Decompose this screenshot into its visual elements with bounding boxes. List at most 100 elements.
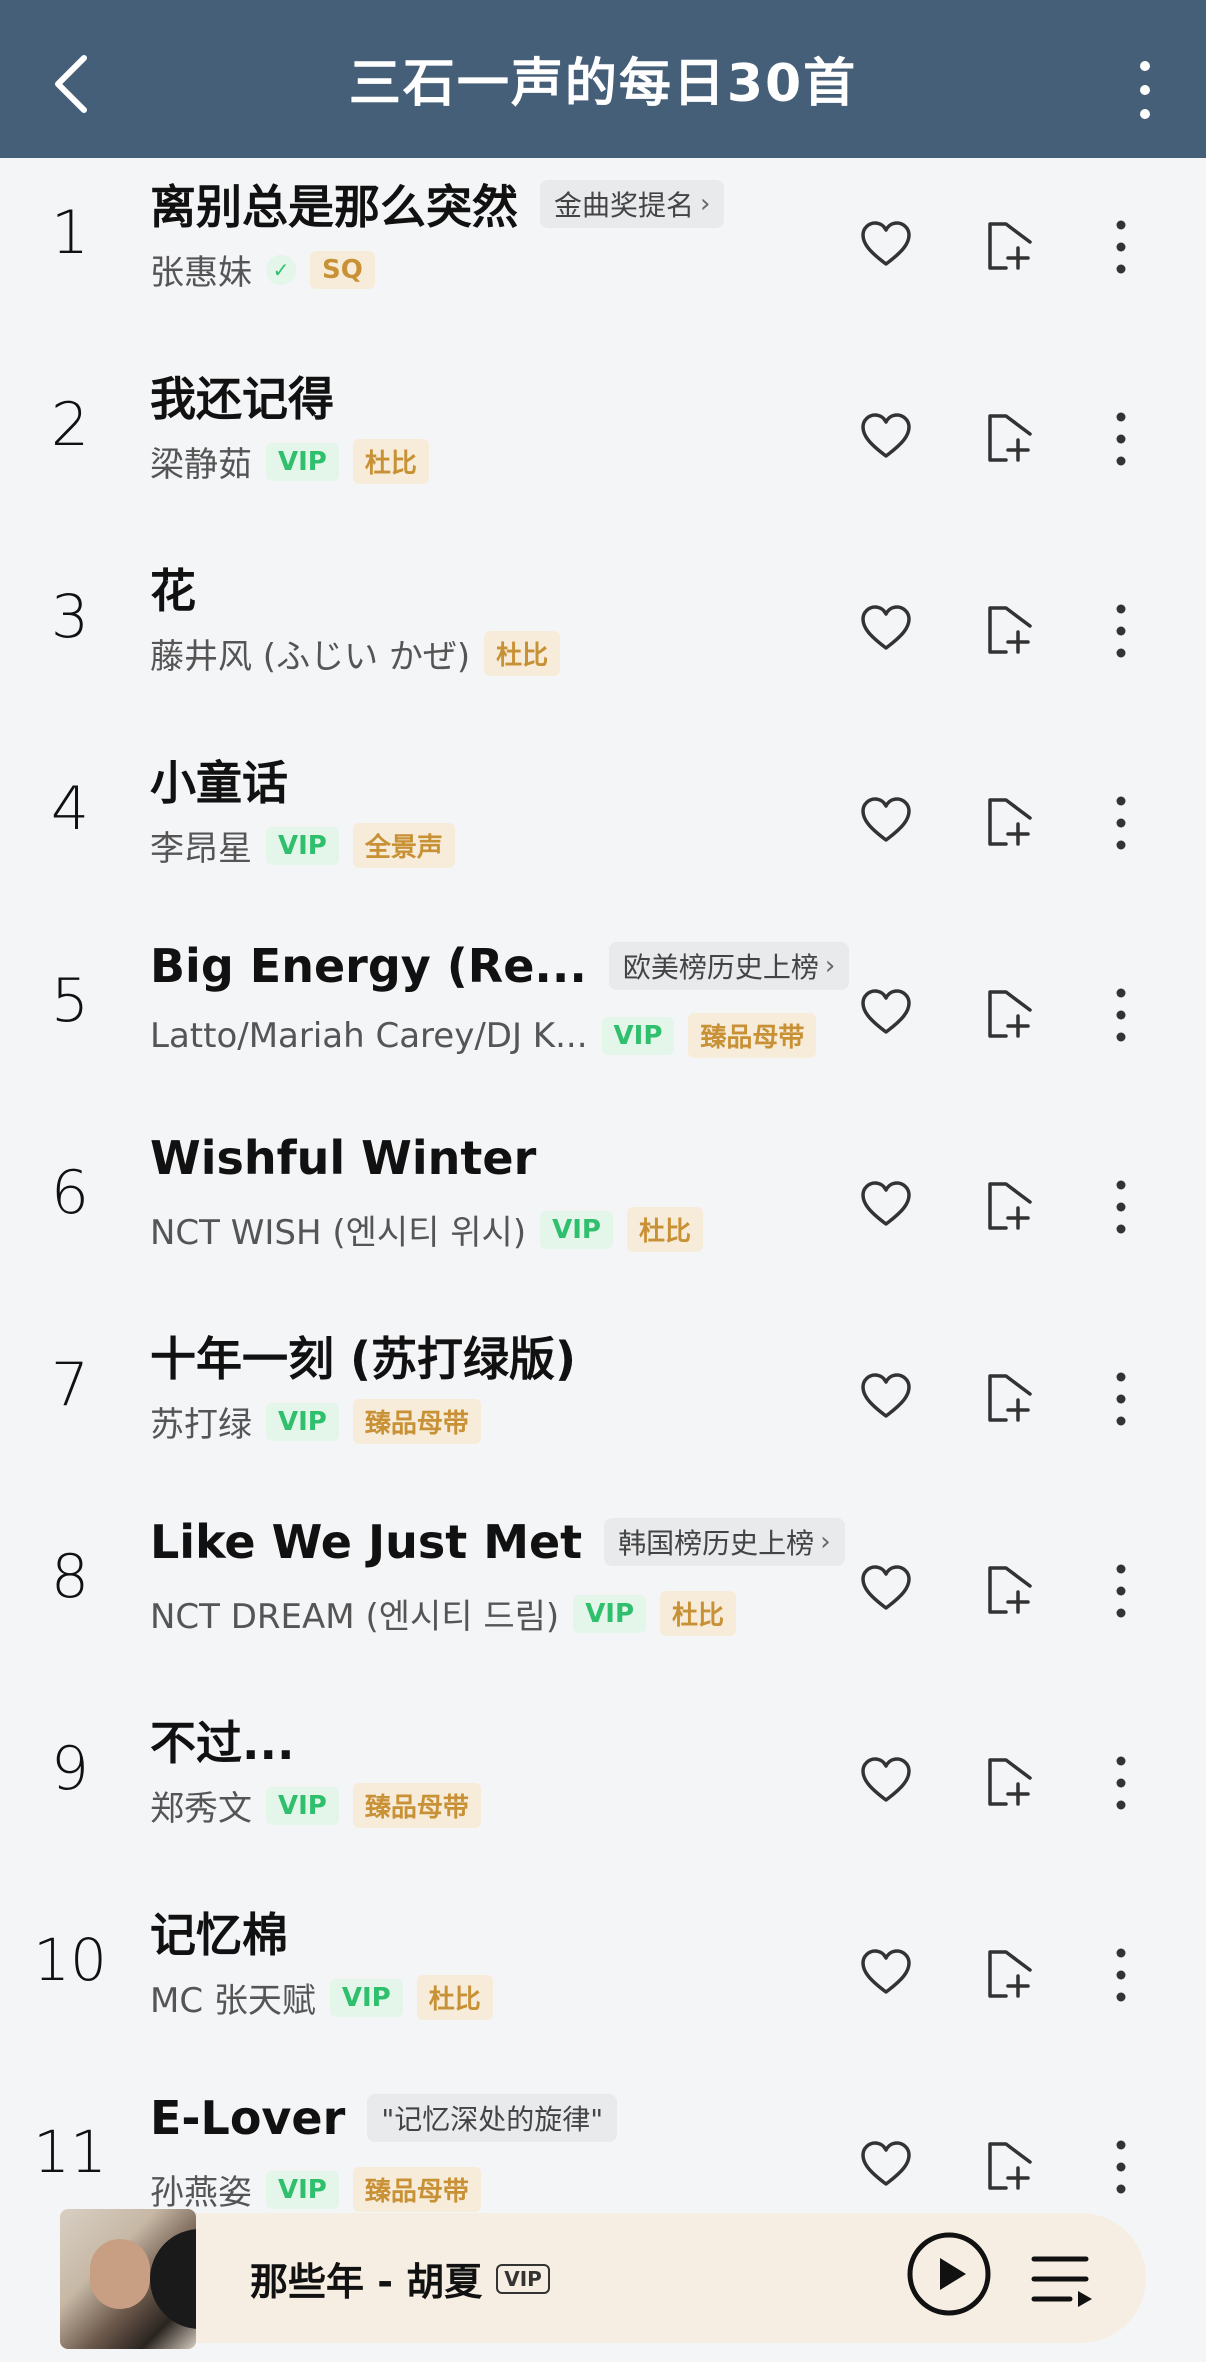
chart-tag[interactable]: 欧美榜历史上榜 ›: [608, 942, 850, 990]
song-row[interactable]: 4 小童话 李昂星 VIP 全景声: [0, 734, 1206, 926]
song-meta-line: 藤井风 (ふじい かぜ) 杜比: [150, 629, 561, 678]
song-meta-line: 梁静茹 VIP 杜比: [150, 437, 429, 486]
heart-icon[interactable]: [860, 2140, 912, 2188]
artist-name[interactable]: 孙燕姿: [150, 2165, 252, 2214]
add-to-playlist-icon[interactable]: [984, 986, 1036, 1040]
quality-badge: 臻品母带: [352, 1399, 481, 1444]
song-title[interactable]: E-Lover: [150, 2091, 345, 2145]
more-vertical-icon[interactable]: [1134, 60, 1156, 120]
song-title-line: 小童话: [150, 747, 288, 813]
row-actions: [860, 1364, 1160, 1444]
add-to-playlist-icon[interactable]: [984, 602, 1036, 656]
song-title[interactable]: 花: [150, 555, 196, 621]
more-vertical-icon[interactable]: [1114, 1372, 1128, 1426]
row-actions: [860, 2132, 1160, 2212]
song-meta-line: 苏打绿 VIP 臻品母带: [150, 1397, 481, 1446]
song-title-line: 花: [150, 555, 196, 621]
add-to-playlist-icon[interactable]: [984, 218, 1036, 272]
song-row[interactable]: 10 记忆棉 MC 张天赋 VIP 杜比: [0, 1886, 1206, 2078]
add-to-playlist-icon[interactable]: [984, 2138, 1036, 2192]
add-to-playlist-icon[interactable]: [984, 410, 1036, 464]
song-title[interactable]: 小童话: [150, 747, 288, 813]
quality-badge: 臻品母带: [352, 2167, 481, 2212]
artist-name[interactable]: 张惠妹: [150, 245, 252, 294]
song-row[interactable]: 8 Like We Just Met 韩国榜历史上榜 › NCT DREAM (엔시티 …: [0, 1502, 1206, 1694]
heart-icon[interactable]: [860, 796, 912, 844]
heart-icon[interactable]: [860, 604, 912, 652]
now-playing[interactable]: 那些年 - 胡夏 VIP: [250, 2251, 550, 2306]
more-vertical-icon[interactable]: [1114, 988, 1128, 1042]
more-vertical-icon[interactable]: [1114, 604, 1128, 658]
mini-player[interactable]: 那些年 - 胡夏 VIP: [60, 2209, 1146, 2349]
artist-name[interactable]: 藤井风 (ふじい かぜ): [150, 629, 470, 678]
song-title-line: 记忆棉: [150, 1899, 288, 1965]
add-to-playlist-icon[interactable]: [984, 794, 1036, 848]
heart-icon[interactable]: [860, 988, 912, 1036]
song-row[interactable]: 2 我还记得 梁静茹 VIP 杜比: [0, 350, 1206, 542]
song-title[interactable]: 离别总是那么突然: [150, 171, 518, 237]
song-title[interactable]: 十年一刻 (苏打绿版): [150, 1323, 576, 1389]
song-meta-line: 孙燕姿 VIP 臻品母带: [150, 2165, 481, 2214]
row-actions: [860, 1556, 1160, 1636]
heart-icon[interactable]: [860, 412, 912, 460]
artist-name[interactable]: MC 张天赋: [150, 1973, 316, 2022]
add-to-playlist-icon[interactable]: [984, 1178, 1036, 1232]
artist-name[interactable]: NCT DREAM (엔시티 드림): [150, 1589, 559, 1638]
song-title[interactable]: 不过...: [150, 1707, 294, 1773]
add-to-playlist-icon[interactable]: [984, 1946, 1036, 2000]
song-meta-line: NCT WISH (엔시티 위시) VIP 杜比: [150, 1205, 703, 1254]
song-title[interactable]: Wishful Winter: [150, 1131, 536, 1185]
heart-icon[interactable]: [860, 1564, 912, 1612]
add-to-playlist-icon[interactable]: [984, 1754, 1036, 1808]
more-vertical-icon[interactable]: [1114, 2140, 1128, 2194]
song-row[interactable]: 9 不过... 郑秀文 VIP 臻品母带: [0, 1694, 1206, 1886]
more-vertical-icon[interactable]: [1114, 1180, 1128, 1234]
heart-icon[interactable]: [860, 1180, 912, 1228]
more-vertical-icon[interactable]: [1114, 796, 1128, 850]
chart-tag[interactable]: "记忆深处的旋律": [367, 2094, 618, 2142]
add-to-playlist-icon[interactable]: [984, 1562, 1036, 1616]
album-cover[interactable]: [60, 2209, 196, 2349]
artist-name[interactable]: NCT WISH (엔시티 위시): [150, 1205, 526, 1254]
song-row[interactable]: 7 十年一刻 (苏打绿版) 苏打绿 VIP 臻品母带: [0, 1310, 1206, 1502]
chart-tag[interactable]: 金曲奖提名 ›: [540, 180, 725, 228]
add-to-playlist-icon[interactable]: [984, 1370, 1036, 1424]
artist-name[interactable]: Latto/Mariah Carey/DJ K...: [150, 1016, 588, 1056]
heart-icon[interactable]: [860, 220, 912, 268]
heart-icon[interactable]: [860, 1372, 912, 1420]
song-row[interactable]: 1 离别总是那么突然 金曲奖提名 › 张惠妹 ✓ SQ: [0, 158, 1206, 350]
chart-tag[interactable]: 韩国榜历史上榜 ›: [604, 1518, 845, 1566]
song-row[interactable]: 6 Wishful Winter NCT WISH (엔시티 위시) VIP 杜比: [0, 1118, 1206, 1310]
song-title-line: Big Energy (Re... 欧美榜历史上榜 ›: [150, 939, 850, 993]
song-title-line: 离别总是那么突然 金曲奖提名 ›: [150, 171, 725, 237]
artist-name[interactable]: 苏打绿: [150, 1397, 252, 1446]
song-title[interactable]: 记忆棉: [150, 1899, 288, 1965]
play-icon[interactable]: [906, 2231, 992, 2317]
quality-badge: 杜比: [352, 439, 429, 484]
song-title[interactable]: 我还记得: [150, 363, 334, 429]
quality-badge: 杜比: [626, 1207, 703, 1252]
song-number: 7: [50, 1350, 90, 1420]
vip-badge: VIP: [266, 826, 339, 865]
song-meta-line: MC 张天赋 VIP 杜比: [150, 1973, 493, 2022]
vip-badge: VIP: [573, 1594, 647, 1633]
more-vertical-icon[interactable]: [1114, 412, 1128, 466]
more-vertical-icon[interactable]: [1114, 1948, 1128, 2002]
heart-icon[interactable]: [860, 1948, 912, 1996]
artist-name[interactable]: 梁静茹: [150, 437, 252, 486]
song-row[interactable]: 3 花藤井风 (ふじい かぜ) 杜比: [0, 542, 1206, 734]
chevron-left-icon[interactable]: [48, 52, 100, 116]
chevron-right-icon: ›: [824, 951, 836, 981]
artist-name[interactable]: 李昂星: [150, 821, 252, 870]
more-vertical-icon[interactable]: [1114, 1756, 1128, 1810]
more-vertical-icon[interactable]: [1114, 1564, 1128, 1618]
song-title[interactable]: Big Energy (Re...: [150, 939, 587, 993]
song-meta-line: 张惠妹 ✓ SQ: [150, 245, 375, 294]
artist-name[interactable]: 郑秀文: [150, 1781, 252, 1830]
song-row[interactable]: 5 Big Energy (Re... 欧美榜历史上榜 › Latto/Mariah C…: [0, 926, 1206, 1118]
more-vertical-icon[interactable]: [1114, 220, 1128, 274]
song-title[interactable]: Like We Just Met: [150, 1515, 582, 1569]
chevron-right-icon: ›: [820, 1527, 831, 1557]
playlist-icon[interactable]: [1030, 2253, 1096, 2307]
heart-icon[interactable]: [860, 1756, 912, 1804]
